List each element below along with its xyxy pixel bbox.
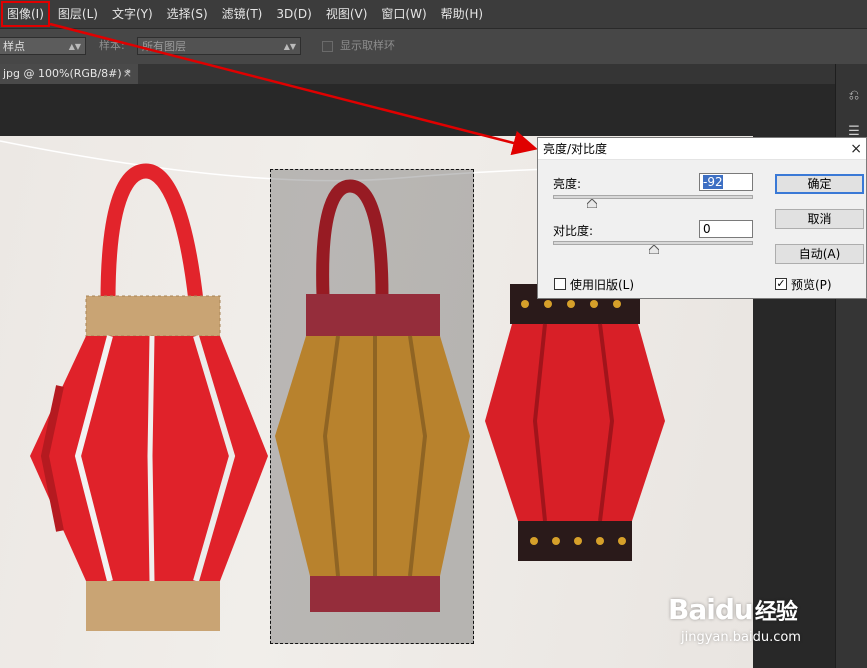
contrast-value: 0: [703, 222, 711, 236]
ok-button[interactable]: 确定: [775, 174, 864, 194]
brightness-slider-track[interactable]: [553, 195, 753, 199]
dialog-title: 亮度/对比度: [543, 142, 608, 156]
legacy-checkbox[interactable]: [554, 278, 566, 290]
contrast-slider-thumb[interactable]: [649, 245, 659, 254]
preview-checkbox[interactable]: ✓: [775, 278, 787, 290]
contrast-input[interactable]: 0: [699, 220, 753, 238]
preview-label: 预览(P): [791, 278, 832, 292]
brightness-value: -92: [703, 175, 723, 189]
brightness-label: 亮度:: [553, 177, 582, 191]
annotation-arrow: [49, 22, 538, 156]
baidu-watermark-url: jingyan.baidu.com: [681, 630, 801, 645]
auto-button[interactable]: 自动(A): [775, 244, 864, 264]
brightness-input[interactable]: -92: [699, 173, 753, 191]
cancel-button[interactable]: 取消: [775, 209, 864, 229]
close-icon[interactable]: ×: [850, 138, 862, 160]
contrast-label: 对比度:: [553, 224, 594, 238]
legacy-label: 使用旧版(L): [570, 278, 635, 292]
baidu-watermark-logo: Baidu经验: [668, 593, 798, 626]
brightness-slider-thumb[interactable]: [587, 199, 597, 208]
brightness-contrast-dialog: 亮度/对比度 × 亮度: -92 对比度: 0 使用旧版(L) 确定 取消 自动…: [537, 137, 867, 299]
dialog-title-bar[interactable]: 亮度/对比度 ×: [538, 138, 866, 160]
